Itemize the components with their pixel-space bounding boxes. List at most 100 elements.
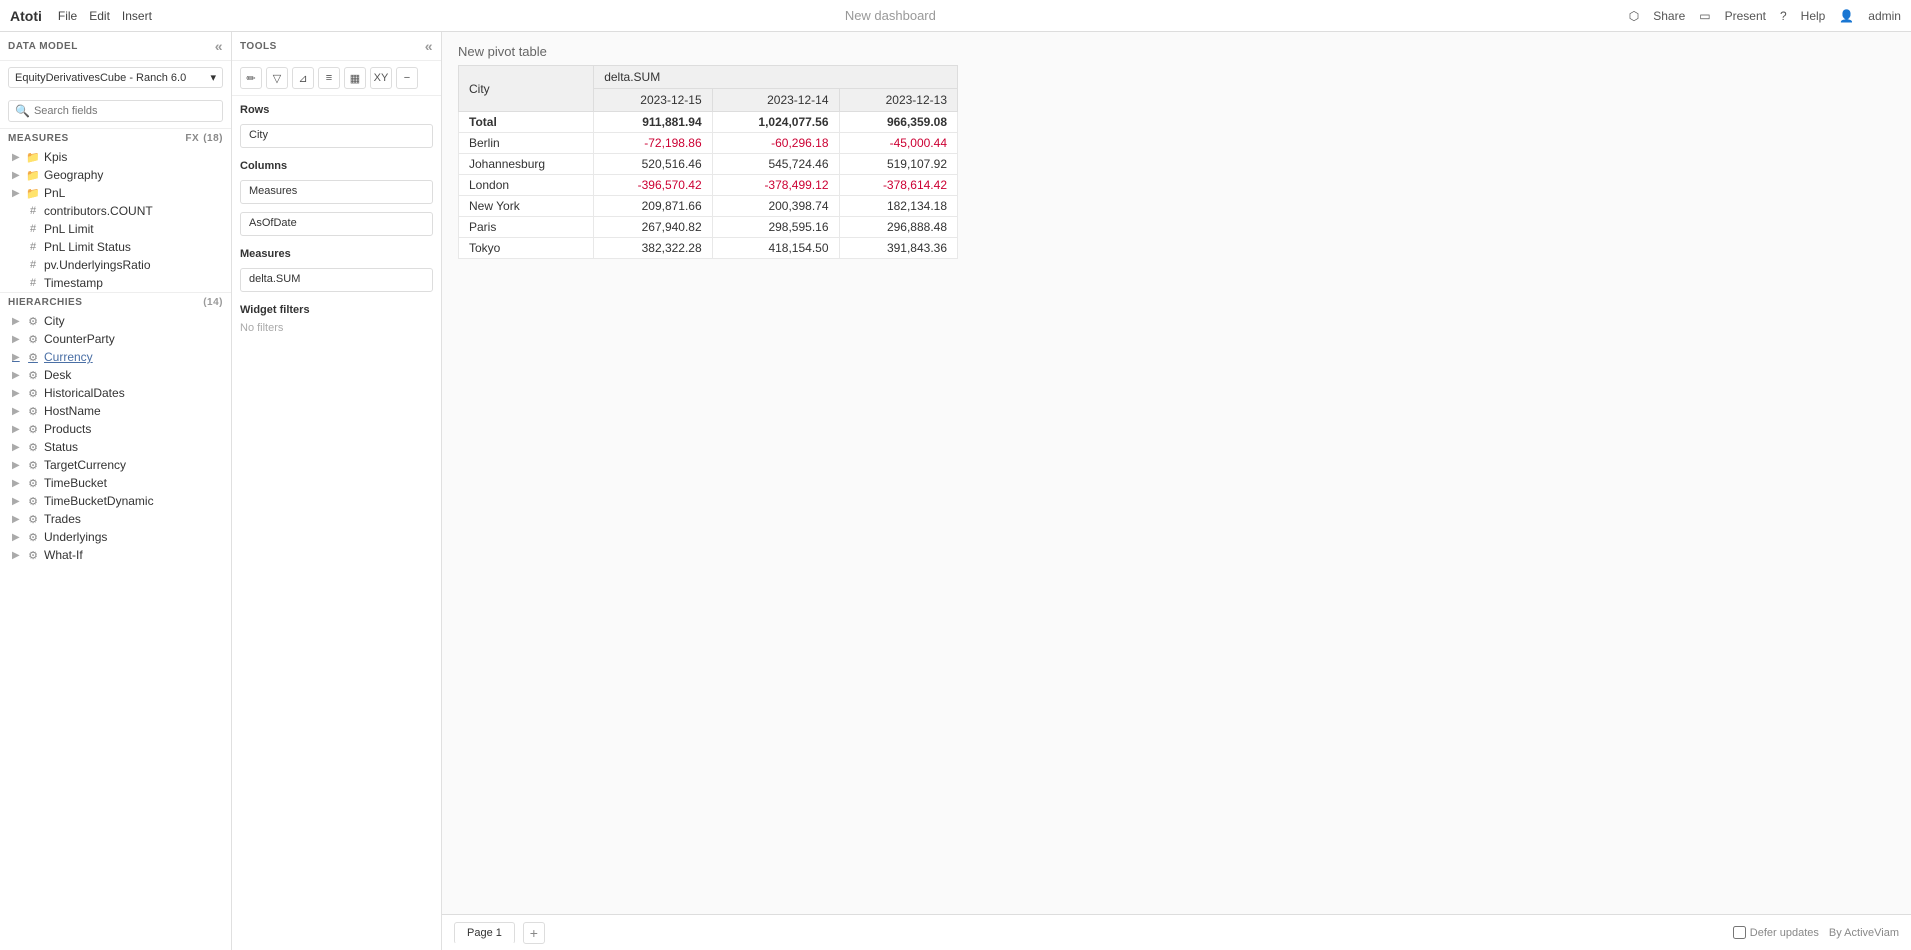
hierarchy-name: City <box>44 314 65 328</box>
topbar: Atoti File Edit Insert New dashboard ⬡ S… <box>0 0 1911 32</box>
menu-file[interactable]: File <box>58 9 77 23</box>
hierarchy-counterparty[interactable]: ▶ ⚙ CounterParty <box>0 330 231 348</box>
hierarchy-trades[interactable]: ▶ ⚙ Trades <box>0 510 231 528</box>
help-button[interactable]: Help <box>1801 9 1826 23</box>
expand-icon: ▶ <box>12 188 22 199</box>
city-cell: Paris <box>459 217 594 238</box>
hierarchy-icon: ⚙ <box>26 495 40 508</box>
number-icon: # <box>26 277 40 289</box>
city-cell: New York <box>459 196 594 217</box>
hierarchy-timebucketdynamic[interactable]: ▶ ⚙ TimeBucketDynamic <box>0 492 231 510</box>
hierarchy-city[interactable]: ▶ ⚙ City <box>0 312 231 330</box>
hierarchy-historicaldates[interactable]: ▶ ⚙ HistoricalDates <box>0 384 231 402</box>
hierarchy-products[interactable]: ▶ ⚙ Products <box>0 420 231 438</box>
no-filters-label: No filters <box>232 320 441 336</box>
monitor-icon: ▭ <box>1699 9 1710 23</box>
value-cell: -378,499.12 <box>712 175 839 196</box>
box-tool-button[interactable]: ▦ <box>344 67 366 89</box>
measure-contributors-count[interactable]: # contributors.COUNT <box>0 202 231 220</box>
date-header-3: 2023-12-13 <box>839 89 958 112</box>
pivot-table: City delta.SUM 2023-12-15 2023-12-14 202… <box>458 65 958 259</box>
pencil-tool-button[interactable]: ✏ <box>240 67 262 89</box>
pivot-area: New pivot table City delta.SUM 2023-12-1… <box>442 32 1911 950</box>
hierarchy-timebucket[interactable]: ▶ ⚙ TimeBucket <box>0 474 231 492</box>
table-row: New York209,871.66200,398.74182,134.18 <box>459 196 958 217</box>
defer-updates-label: Defer updates <box>1733 926 1819 939</box>
hierarchy-whatif[interactable]: ▶ ⚙ What-If <box>0 546 231 564</box>
expand-icon: ▶ <box>12 514 22 525</box>
hierarchy-hostname[interactable]: ▶ ⚙ HostName <box>0 402 231 420</box>
page-tab-1[interactable]: Page 1 <box>454 922 515 944</box>
measure-pnl-limit[interactable]: # PnL Limit <box>0 220 231 238</box>
hierarchy-icon: ⚙ <box>26 441 40 454</box>
hierarchy-status[interactable]: ▶ ⚙ Status <box>0 438 231 456</box>
measure-pnl-limit-status[interactable]: # PnL Limit Status <box>0 238 231 256</box>
fx-toolbar: fx (18) <box>185 133 223 144</box>
measure-name: PnL Limit <box>44 222 94 236</box>
collapse-tools-button[interactable]: « <box>425 38 433 54</box>
defer-updates-text: Defer updates <box>1750 927 1819 939</box>
hierarchies-count: (14) <box>203 297 223 308</box>
search-box: 🔍 <box>8 100 223 122</box>
hierarchy-icon: ⚙ <box>26 369 40 382</box>
value-cell: 391,843.36 <box>839 238 958 259</box>
hierarchy-icon: ⚙ <box>26 423 40 436</box>
pivot-table-wrap: City delta.SUM 2023-12-15 2023-12-14 202… <box>442 65 1911 914</box>
measure-pnl[interactable]: ▶ 📁 PnL <box>0 184 231 202</box>
expand-icon: ▶ <box>12 496 22 507</box>
number-icon: # <box>26 241 40 253</box>
hierarchy-name: Underlyings <box>44 530 107 544</box>
measures-value-area[interactable]: delta.SUM <box>240 268 433 292</box>
hierarchy-name: HostName <box>44 404 101 418</box>
hierarchy-desk[interactable]: ▶ ⚙ Desk <box>0 366 231 384</box>
cube-dropdown-icon: ▾ <box>210 71 216 84</box>
columns-measures-area[interactable]: Measures <box>240 180 433 204</box>
collapse-left-button[interactable]: « <box>215 38 223 54</box>
pivot-title: New pivot table <box>442 32 1911 65</box>
hierarchy-icon: ⚙ <box>26 531 40 544</box>
hierarchy-icon: ⚙ <box>26 477 40 490</box>
defer-updates-checkbox[interactable] <box>1733 926 1746 939</box>
cube-selector[interactable]: EquityDerivativesCube - Ranch 6.0 ▾ <box>8 67 223 88</box>
rows-drop-area[interactable]: City <box>240 124 433 148</box>
xy-tool-button[interactable]: XY <box>370 67 392 89</box>
add-tab-button[interactable]: + <box>523 922 545 944</box>
city-cell: London <box>459 175 594 196</box>
expand-icon: ▶ <box>12 170 22 181</box>
funnel-tool-button[interactable]: ⊿ <box>292 67 314 89</box>
search-input[interactable] <box>34 105 216 117</box>
app-logo: Atoti <box>10 8 42 24</box>
help-icon: ? <box>1780 9 1787 23</box>
tools-toolbar: ✏ ▽ ⊿ ≡ ▦ XY − <box>232 61 441 96</box>
present-button[interactable]: Present <box>1725 9 1766 23</box>
fx-icon[interactable]: fx <box>185 133 199 144</box>
table-row: Berlin-72,198.86-60,296.18-45,000.44 <box>459 133 958 154</box>
city-cell: Tokyo <box>459 238 594 259</box>
hierarchy-underlyings[interactable]: ▶ ⚙ Underlyings <box>0 528 231 546</box>
user-label[interactable]: admin <box>1868 9 1901 23</box>
filter-tool-button[interactable]: ▽ <box>266 67 288 89</box>
measure-name: Timestamp <box>44 276 103 290</box>
menu-edit[interactable]: Edit <box>89 9 110 23</box>
hierarchy-name: TimeBucket <box>44 476 107 490</box>
hierarchies-section-header: HIERARCHIES (14) <box>0 292 231 312</box>
dashboard-title[interactable]: New dashboard <box>845 8 936 23</box>
share-button[interactable]: Share <box>1653 9 1685 23</box>
minus-tool-button[interactable]: − <box>396 67 418 89</box>
measure-geography[interactable]: ▶ 📁 Geography <box>0 166 231 184</box>
expand-icon: ▶ <box>12 406 22 417</box>
topbar-left: Atoti File Edit Insert <box>10 8 152 24</box>
measure-kpis[interactable]: ▶ 📁 Kpis <box>0 148 231 166</box>
measure-pv-underlyings-ratio[interactable]: # pv.UnderlyingsRatio <box>0 256 231 274</box>
share-icon: ⬡ <box>1629 9 1639 23</box>
hierarchy-currency[interactable]: ▶ ⚙ Currency <box>0 348 231 366</box>
measures-count: (18) <box>203 133 223 144</box>
left-panel: DATA MODEL « EquityDerivativesCube - Ran… <box>0 32 232 950</box>
columns-asofdate-area[interactable]: AsOfDate <box>240 212 433 236</box>
number-icon: # <box>26 223 40 235</box>
menu-insert[interactable]: Insert <box>122 9 152 23</box>
hierarchy-targetcurrency[interactable]: ▶ ⚙ TargetCurrency <box>0 456 231 474</box>
main-layout: DATA MODEL « EquityDerivativesCube - Ran… <box>0 32 1911 950</box>
bars-tool-button[interactable]: ≡ <box>318 67 340 89</box>
measure-timestamp[interactable]: # Timestamp <box>0 274 231 292</box>
